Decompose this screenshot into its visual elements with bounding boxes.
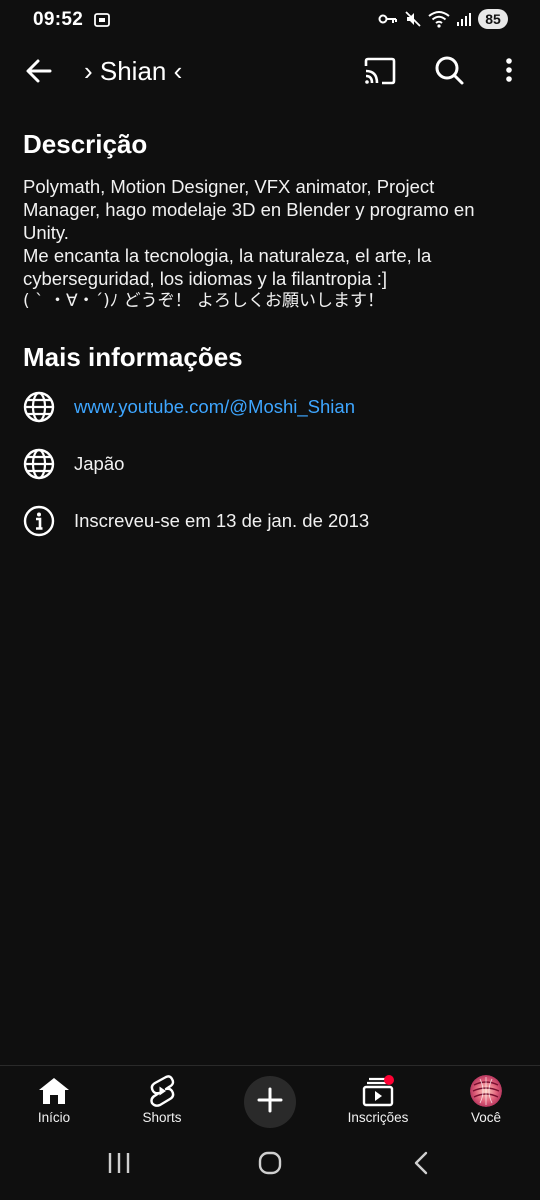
avatar-wrap xyxy=(469,1074,503,1108)
home-circle-icon xyxy=(257,1150,283,1181)
nav-home[interactable]: Início xyxy=(8,1066,100,1132)
recents-button[interactable] xyxy=(97,1149,141,1181)
back-button[interactable] xyxy=(20,54,58,92)
description-line: Polymath, Motion Designer, VFX animator,… xyxy=(23,176,435,197)
joined-date-text: Inscreveu-se em 13 de jan. de 2013 xyxy=(74,510,370,531)
status-bar: 09:52 85 xyxy=(0,0,540,40)
description-line: ( ˋ ・∀・ˊ)ﾉ どうぞ！ よろしくお願いします！ xyxy=(23,291,385,311)
recents-icon xyxy=(106,1151,132,1180)
search-icon xyxy=(433,54,465,91)
nav-you[interactable]: Você xyxy=(440,1066,532,1132)
vpn-key-icon xyxy=(378,12,398,26)
info-icon xyxy=(22,504,56,538)
cast-button[interactable] xyxy=(360,54,400,92)
search-button[interactable] xyxy=(429,52,469,92)
status-icons: 85 xyxy=(378,8,508,30)
nav-subscriptions-label: Inscrições xyxy=(347,1110,409,1125)
cast-icon xyxy=(363,57,397,90)
channel-link-row[interactable]: www.youtube.com/@Moshi_Shian xyxy=(22,389,522,425)
bottom-navigation: Início Shorts Inscrições Você xyxy=(0,1065,540,1131)
plus-icon xyxy=(256,1086,284,1119)
mute-icon xyxy=(404,10,422,28)
screenshot-icon xyxy=(93,11,111,29)
shorts-icon xyxy=(145,1074,179,1108)
nav-shorts[interactable]: Shorts xyxy=(116,1066,208,1132)
channel-link[interactable]: www.youtube.com/@Moshi_Shian xyxy=(74,396,355,418)
nav-shorts-label: Shorts xyxy=(142,1110,182,1125)
description-line: Manager, hago modelaje 3D en Blender y p… xyxy=(23,199,475,220)
signal-icon xyxy=(456,11,472,27)
globe-icon xyxy=(22,390,56,424)
app-header: › Shian ‹ xyxy=(0,44,540,100)
description-heading: Descrição xyxy=(23,129,148,159)
country-row: Japão xyxy=(22,446,522,482)
system-navigation-bar xyxy=(0,1131,540,1200)
nav-subscriptions[interactable]: Inscrições xyxy=(332,1066,424,1132)
more-vert-icon xyxy=(505,57,513,88)
description-text: Polymath, Motion Designer, VFX animator,… xyxy=(23,175,523,313)
description-line: Unity. xyxy=(23,222,69,243)
wifi-icon xyxy=(428,10,450,28)
description-line: cyberseguridad, los idiomas y la filantr… xyxy=(23,268,388,289)
home-icon xyxy=(37,1074,71,1108)
channel-title: › Shian ‹ xyxy=(84,56,183,86)
globe-icon xyxy=(22,447,56,481)
description-line: Me encanta la tecnologia, la naturaleza,… xyxy=(23,245,432,266)
avatar xyxy=(470,1075,502,1107)
more-options-button[interactable] xyxy=(493,52,525,92)
system-home-button[interactable] xyxy=(248,1149,292,1181)
nav-home-label: Início xyxy=(37,1110,71,1125)
joined-row: Inscreveu-se em 13 de jan. de 2013 xyxy=(22,503,522,539)
more-info-heading: Mais informações xyxy=(23,342,243,372)
back-arrow-icon xyxy=(24,56,54,91)
country-text: Japão xyxy=(74,453,125,474)
system-back-button[interactable] xyxy=(399,1149,443,1181)
system-back-icon xyxy=(411,1150,431,1181)
create-button[interactable] xyxy=(244,1076,296,1128)
subscriptions-icon xyxy=(361,1074,395,1108)
status-time: 09:52 xyxy=(33,9,84,30)
nav-you-label: Você xyxy=(470,1110,502,1125)
battery-indicator: 85 xyxy=(478,9,508,29)
